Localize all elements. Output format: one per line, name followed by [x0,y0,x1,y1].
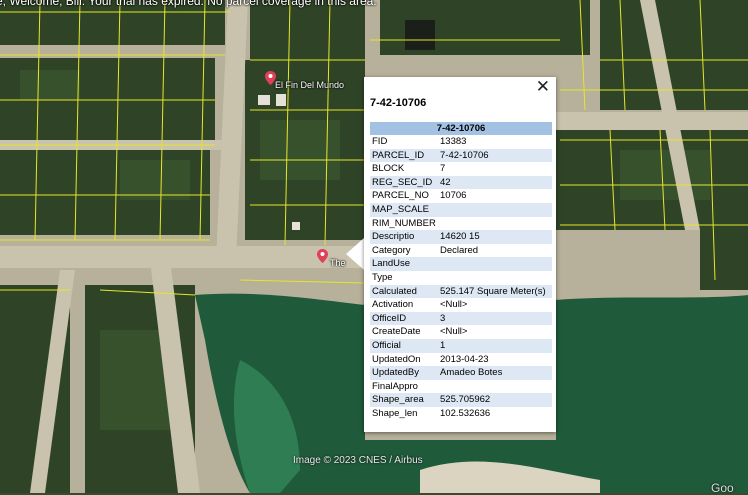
field-name: PARCEL_ID [370,148,438,163]
field-name: REG_SEC_ID [370,175,438,190]
field-value: 525.147 Square Meter(s) [438,284,552,299]
field-value: 7-42-10706 [438,148,552,163]
field-name: Activation [372,299,414,311]
table-header: 7-42-10706 [370,122,552,135]
field-name: Shape_area [370,393,438,407]
table-row: Type [370,271,552,285]
field-value [438,257,552,271]
field-value [438,271,552,285]
field-value: 102.532636 [440,407,491,419]
table-row: PARCEL_NO 10706 [370,189,552,203]
field-name: RIM_NUMBER [372,217,436,229]
parcel-info-popup: ✕ 7-42-10706 7-42-10706 FID 13383 PARCEL_I… [364,77,556,432]
field-value: 14620 15 [438,230,552,244]
field-name: LandUse [370,257,438,271]
imagery-attribution: Image © 2023 CNES / Airbus [293,455,423,466]
field-name: CreateDate [372,326,421,338]
field-value: 13383 [440,136,467,147]
table-row: UpdatedOn 2013-04-23 [370,353,552,367]
field-name: UpdatedBy [370,366,438,380]
table-row: Category Declared [370,244,552,258]
field-value: Amadeo Botes [438,366,552,380]
field-name: UpdatedOn [372,353,421,365]
field-value: <Null> [440,326,468,338]
table-row: PARCEL_ID 7-42-10706 [370,148,552,163]
field-value [438,202,552,217]
table-row: FID 13383 [370,135,552,149]
field-value: 525.705962 [438,393,552,407]
field-value: Declared [440,244,479,256]
field-value: 2013-04-23 [440,353,489,365]
field-name: MAP_SCALE [370,202,438,217]
place-label[interactable]: El Fin Del Mundo [275,80,344,90]
field-name: Official [370,338,438,353]
field-name: Type [372,271,393,283]
field-name: OfficeID [370,311,438,326]
field-name: Shape_len [372,407,418,419]
table-row: Shape_len 102.532636 [370,407,552,421]
attribute-table: 7-42-10706 FID 13383 PARCEL_ID 7-42-10706 BL… [370,122,552,420]
table-row: Activation <Null> [370,298,552,312]
field-name: FinalAppro [372,380,418,392]
popup-pointer [346,238,364,270]
field-value [438,217,552,231]
account-banner: e, Welcome, Bill. Your trial has expired… [0,0,377,8]
field-value: 10706 [440,190,467,202]
place-label[interactable]: The [330,258,346,268]
field-name: BLOCK [372,163,405,175]
table-row: CreateDate <Null> [370,325,552,339]
close-icon[interactable]: ✕ [536,78,550,96]
field-value: <Null> [440,299,468,311]
field-value: 3 [438,311,552,326]
table-row: BLOCK 7 [370,162,552,176]
table-row: MAP_SCALE [370,202,552,217]
field-name: Calculated [370,284,438,299]
field-name: Descriptio [370,230,438,244]
field-name: PARCEL_NO [372,190,429,202]
table-row: FinalAppro [370,380,552,394]
pond [405,20,435,50]
field-value: 7 [440,163,446,175]
table-row: UpdatedBy Amadeo Botes [370,366,552,380]
field-value [438,380,552,394]
field-value: 1 [438,338,552,353]
table-row: Calculated 525.147 Square Meter(s) [370,284,552,299]
table-row: Shape_area 525.705962 [370,393,552,407]
field-value: 42 [438,175,552,190]
table-row: RIM_NUMBER [370,217,552,231]
popup-title: 7-42-10706 [370,97,427,109]
table-row: Descriptio 14620 15 [370,230,552,244]
field-name: FID [372,136,388,147]
place-pin-icon[interactable] [317,249,328,263]
field-name: Category [372,244,411,256]
table-row: REG_SEC_ID 42 [370,175,552,190]
table-row: OfficeID 3 [370,311,552,326]
table-row: Official 1 [370,338,552,353]
table-row: LandUse [370,257,552,271]
